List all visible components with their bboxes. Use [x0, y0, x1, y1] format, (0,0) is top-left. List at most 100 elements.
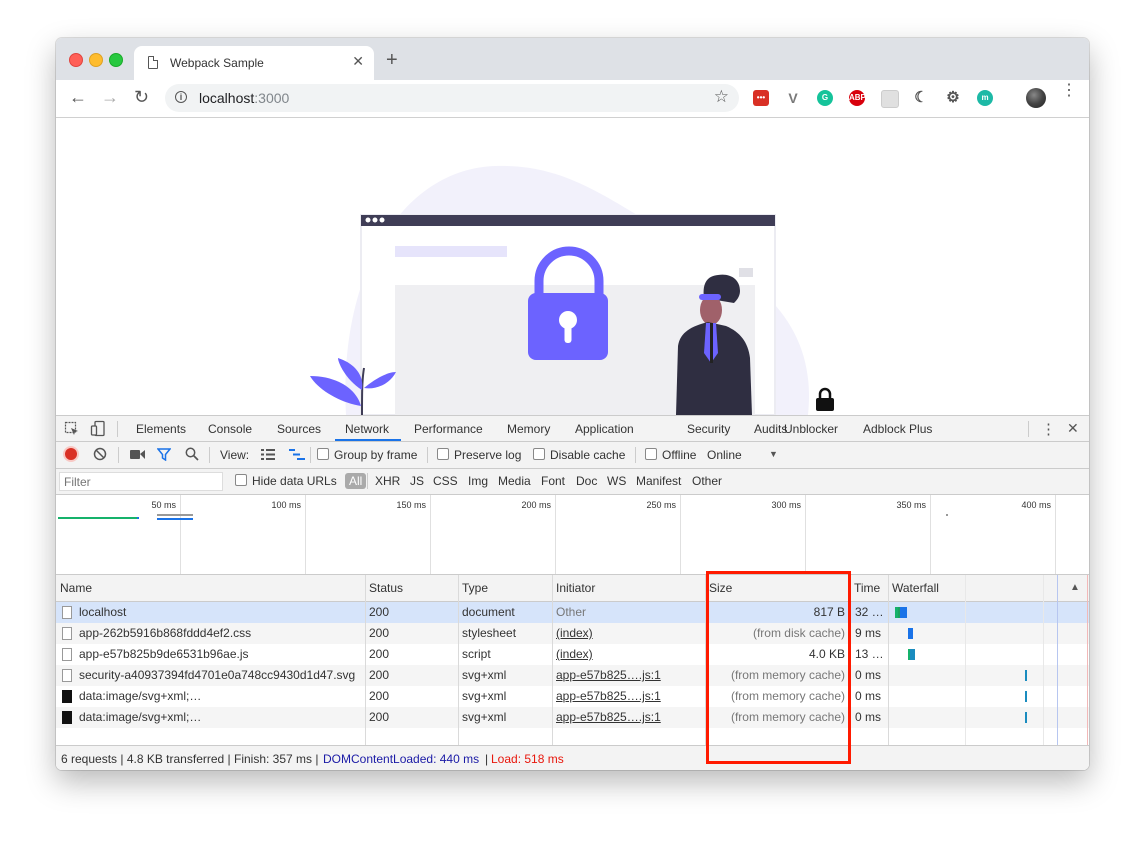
grid-ext-icon[interactable] [881, 90, 899, 108]
overview-tick-label: 350 ms [896, 500, 926, 510]
cell-initiator[interactable]: (index) [556, 644, 701, 665]
browser-tab[interactable]: Webpack Sample ✕ [134, 46, 374, 80]
disable-cache-checkbox[interactable]: Disable cache [533, 448, 625, 462]
todo-ext-icon[interactable]: ••• [753, 90, 769, 106]
filter-icon[interactable] [157, 448, 171, 461]
column-header-initiator[interactable]: Initiator [552, 575, 705, 602]
cell-status: 200 [369, 647, 390, 661]
device-toolbar-icon[interactable] [90, 420, 106, 437]
preserve-log-checkbox[interactable]: Preserve log [437, 448, 521, 462]
checkbox-box[interactable] [437, 448, 449, 460]
checkbox-box[interactable] [235, 474, 247, 486]
tab-unblocker[interactable]: Unblocker [784, 422, 838, 436]
table-row[interactable]: app-e57b825b9de6531b96ae.js 200 script (ind… [56, 644, 1089, 665]
cell-name: data:image/svg+xml;… [79, 710, 202, 724]
profile-avatar[interactable] [1026, 88, 1046, 108]
offline-checkbox[interactable]: Offline [645, 448, 696, 462]
cell-initiator[interactable]: app-e57b825….js:1 [556, 707, 701, 728]
address-bar[interactable]: i localhost:3000 ☆ [165, 84, 739, 112]
moon-ext-icon[interactable]: ☾ [913, 90, 929, 106]
filter-type-all[interactable]: All [345, 473, 367, 489]
tab-sources[interactable]: Sources [277, 422, 321, 436]
filter-type-doc[interactable]: Doc [576, 474, 597, 488]
abp-ext-icon[interactable]: ABP [849, 90, 866, 106]
grammarly-ext-icon[interactable]: G [817, 90, 833, 106]
column-header-type[interactable]: Type [458, 575, 552, 602]
table-row[interactable]: security-a40937394fd4701e0a748cc9430d1d4… [56, 665, 1089, 686]
search-icon[interactable] [185, 447, 199, 461]
devtools-menu-icon[interactable]: ⋮ [1041, 420, 1056, 438]
close-tab-icon[interactable]: ✕ [352, 53, 364, 70]
filter-type-media[interactable]: Media [498, 474, 531, 488]
reload-button[interactable]: ↻ [134, 87, 149, 108]
hide-data-urls-checkbox[interactable]: Hide data URLs [235, 474, 337, 488]
table-row[interactable]: app-262b5916b868fddd4ef2.css 200 styleshee… [56, 623, 1089, 644]
m-ext-icon[interactable]: m [977, 90, 993, 106]
network-status-bar: 6 requests | 4.8 KB transferred | Finish… [56, 745, 1089, 770]
table-row[interactable]: data:image/svg+xml;… 200 svg+xml app-e57b82… [56, 686, 1089, 707]
filter-type-font[interactable]: Font [541, 474, 565, 488]
network-requests-table: Name Status Type Initiator Size Time Waterfall… [56, 575, 1089, 745]
filter-input[interactable] [59, 472, 223, 491]
tab-performance[interactable]: Performance [414, 422, 483, 436]
inspect-element-icon[interactable] [64, 421, 80, 437]
filter-type-manifest[interactable]: Manifest [636, 474, 681, 488]
browser-window: Webpack Sample ✕ + ← → ↻ i localhost:300… [56, 38, 1089, 770]
close-window-button[interactable] [69, 53, 83, 67]
tab-network[interactable]: Network [345, 422, 389, 436]
tab-adblock-plus[interactable]: Adblock Plus [863, 422, 932, 436]
capture-screenshots-icon[interactable] [130, 449, 145, 460]
checkbox-box[interactable] [645, 448, 657, 460]
cell-initiator[interactable]: app-e57b825….js:1 [556, 686, 701, 707]
disable-cache-label: Disable cache [550, 448, 626, 462]
devtools-panel: Elements Console Sources Network Performance… [56, 415, 1089, 770]
cell-initiator[interactable]: app-e57b825….js:1 [556, 665, 701, 686]
throttling-select[interactable]: Online ▼ [707, 448, 778, 462]
filter-type-css[interactable]: CSS [433, 474, 458, 488]
overview-gridline [305, 495, 306, 574]
file-icon [62, 690, 72, 703]
tab-console[interactable]: Console [208, 422, 252, 436]
settings-ext-icon[interactable]: ⚙ [945, 90, 961, 106]
waterfall-bar [908, 628, 913, 639]
group-by-frame-checkbox[interactable]: Group by frame [317, 448, 417, 462]
vue-ext-icon[interactable]: V [785, 90, 801, 106]
minimize-window-button[interactable] [89, 53, 103, 67]
new-tab-button[interactable]: + [386, 49, 398, 72]
table-row[interactable]: localhost 200 document Other 817 B 32 … [56, 602, 1089, 623]
active-tab-indicator [335, 439, 401, 441]
back-button[interactable]: ← [69, 87, 87, 108]
checkbox-box[interactable] [317, 448, 329, 460]
sort-ascending-icon[interactable]: ▲ [1070, 582, 1080, 593]
column-header-time[interactable]: Time [850, 575, 888, 602]
tab-security[interactable]: Security [687, 422, 730, 436]
column-header-status[interactable]: Status [365, 575, 458, 602]
tab-memory[interactable]: Memory [507, 422, 550, 436]
cell-type: svg+xml [462, 689, 507, 703]
close-devtools-icon[interactable]: ✕ [1067, 420, 1079, 437]
maximize-window-button[interactable] [109, 53, 123, 67]
tab-elements[interactable]: Elements [136, 422, 186, 436]
checkbox-box[interactable] [533, 448, 545, 460]
filter-type-ws[interactable]: WS [607, 474, 626, 488]
overview-gridline [680, 495, 681, 574]
browser-menu-icon[interactable]: ⋮ [1061, 83, 1077, 99]
clear-icon[interactable] [93, 447, 107, 461]
tab-application[interactable]: Application [575, 422, 634, 436]
bookmark-star-icon[interactable]: ☆ [714, 87, 729, 107]
filter-type-js[interactable]: JS [410, 474, 424, 488]
cell-initiator[interactable]: (index) [556, 623, 701, 644]
overview-icon[interactable] [289, 449, 305, 460]
table-row[interactable]: data:image/svg+xml;… 200 svg+xml app-e57b82… [56, 707, 1089, 728]
record-icon[interactable] [65, 448, 77, 460]
filter-type-img[interactable]: Img [468, 474, 488, 488]
site-info-icon[interactable]: i [175, 91, 187, 103]
filter-type-xhr[interactable]: XHR [375, 474, 400, 488]
tab-audits[interactable]: Audits [754, 422, 787, 436]
column-header-waterfall[interactable]: Waterfall [888, 575, 1089, 602]
cell-type: svg+xml [462, 710, 507, 724]
large-rows-icon[interactable] [261, 449, 275, 460]
filter-type-other[interactable]: Other [692, 474, 722, 488]
forward-button[interactable]: → [101, 87, 119, 108]
column-header-name[interactable]: Name [56, 575, 365, 602]
